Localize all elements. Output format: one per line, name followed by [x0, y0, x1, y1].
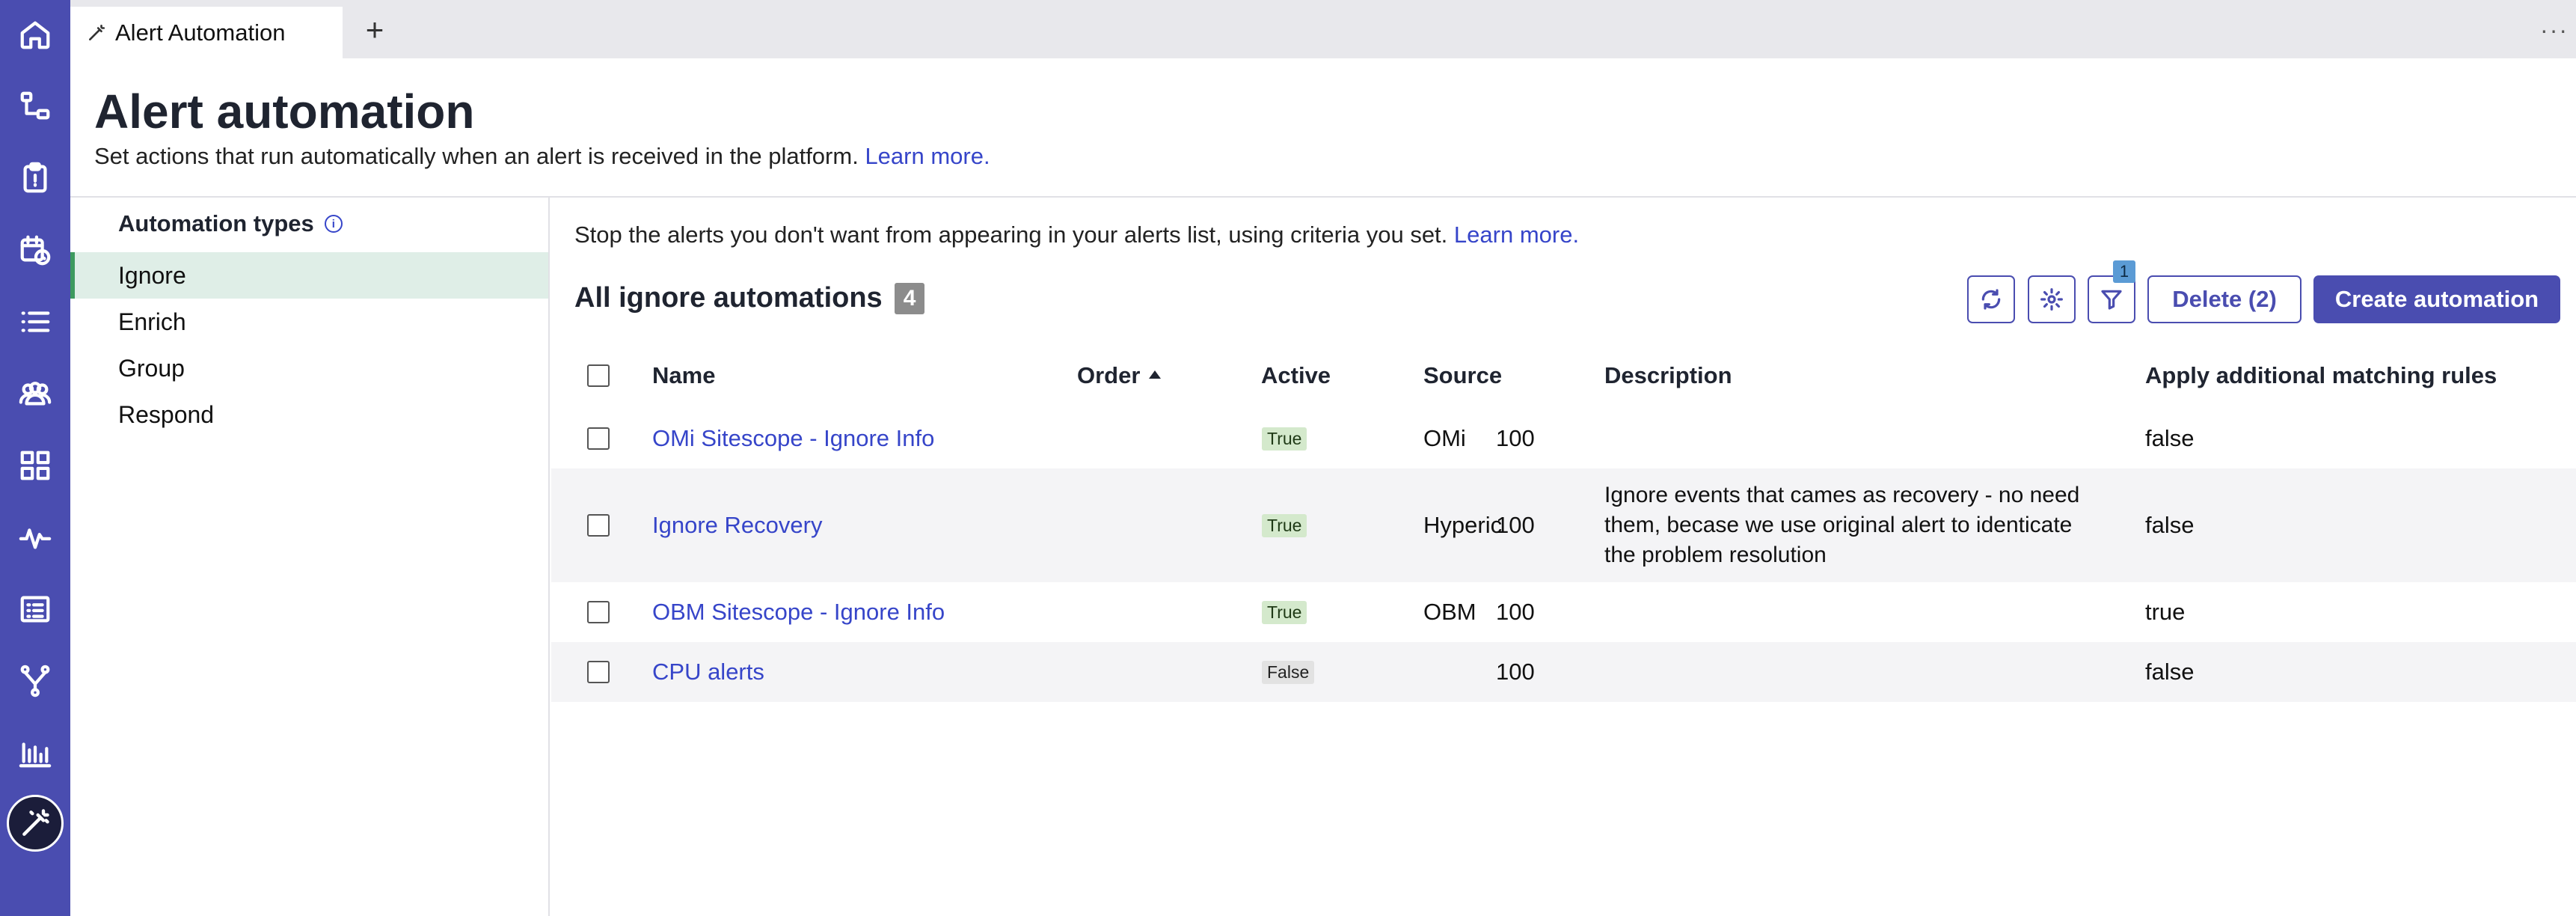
order-value: 100 [1496, 599, 1535, 625]
sidebar-item-ignore[interactable]: Ignore [70, 252, 548, 299]
settings-button[interactable] [2028, 275, 2076, 323]
apply-rules-value: false [2145, 512, 2195, 538]
count-badge: 4 [894, 282, 925, 314]
section-title-text: All ignore automations [574, 282, 883, 314]
row-checkbox[interactable] [587, 427, 610, 450]
select-all-checkbox[interactable] [587, 364, 610, 387]
description-value [1604, 409, 2083, 468]
column-header-name[interactable]: Name [652, 349, 715, 403]
add-tab-button[interactable]: + [358, 12, 391, 47]
description-value [1604, 582, 2083, 642]
bar-chart-icon[interactable] [17, 735, 53, 771]
clipboard-icon[interactable] [17, 160, 53, 196]
table-row: Ignore Recovery 100 True Hyperic Ignore … [551, 468, 2576, 582]
tab-alert-automation[interactable]: Alert Automation [70, 7, 343, 58]
sidebar-item-respond[interactable]: Respond [70, 391, 548, 438]
refresh-icon [1981, 289, 2001, 310]
column-header-source[interactable]: Source [1423, 349, 1502, 403]
automation-types-sidebar: Automation types i Ignore Enrich Group R… [70, 198, 550, 916]
row-checkbox[interactable] [587, 661, 610, 683]
status-badge: True [1262, 600, 1307, 624]
sidebar-item-group[interactable]: Group [70, 345, 548, 391]
table-row: CPU alerts 100 False false [551, 642, 2576, 702]
sidebar-item-enrich[interactable]: Enrich [70, 299, 548, 345]
calendar-clock-icon[interactable] [17, 232, 53, 268]
column-header-order-label: Order [1077, 362, 1141, 388]
description-value [1604, 642, 2083, 702]
filter-count-badge: 1 [2113, 260, 2135, 283]
automation-name-link[interactable]: OBM Sitescope - Ignore Info [652, 582, 945, 642]
automation-name-link[interactable]: CPU alerts [652, 642, 764, 702]
pulse-icon[interactable] [17, 519, 53, 555]
source-value: OBM [1423, 599, 1476, 625]
team-icon[interactable] [17, 376, 53, 412]
refresh-button[interactable] [1967, 275, 2015, 323]
column-header-description[interactable]: Description [1604, 349, 1732, 403]
source-value: Hyperic [1423, 512, 1503, 538]
gear-icon [2040, 288, 2063, 311]
apply-rules-value: false [2145, 425, 2195, 451]
table-row: OBM Sitescope - Ignore Info 100 True OBM… [551, 582, 2576, 642]
filter-icon [2101, 290, 2122, 310]
sort-ascending-icon [1149, 370, 1162, 379]
row-checkbox[interactable] [587, 601, 610, 623]
report-icon[interactable] [17, 591, 53, 627]
apply-rules-value: true [2145, 599, 2186, 625]
sidebar-heading-label: Automation types [118, 210, 314, 236]
tab-bar: Alert Automation + ··· [70, 0, 2576, 58]
status-badge: True [1262, 427, 1307, 451]
wand-icon[interactable] [7, 795, 64, 852]
section-description: Stop the alerts you don't want from appe… [574, 222, 1579, 248]
order-value: 100 [1496, 659, 1535, 685]
nav-rail [0, 0, 70, 916]
status-badge: True [1262, 513, 1307, 537]
home-icon[interactable] [17, 16, 53, 52]
automation-name-link[interactable]: OMi Sitescope - Ignore Info [652, 409, 934, 468]
tab-label: Alert Automation [115, 19, 286, 46]
row-checkbox[interactable] [587, 514, 610, 537]
section-description-text: Stop the alerts you don't want from appe… [574, 222, 1448, 248]
learn-more-link[interactable]: Learn more. [865, 143, 990, 169]
table-header-row: Name Order Active Source Description App… [551, 349, 2576, 403]
page-subtitle: Set actions that run automatically when … [94, 143, 990, 170]
apply-rules-value: false [2145, 659, 2195, 685]
active-cell: True [1262, 468, 1307, 582]
column-header-apply-rules[interactable]: Apply additional matching rules [2145, 349, 2497, 403]
page-subtitle-text: Set actions that run automatically when … [94, 143, 859, 169]
more-options-icon[interactable]: ··· [2540, 16, 2569, 44]
hierarchy-icon[interactable] [17, 88, 53, 124]
status-badge: False [1262, 660, 1315, 684]
page-title: Alert automation [94, 85, 475, 138]
description-value: Ignore events that cames as recovery - n… [1604, 483, 2080, 567]
info-icon[interactable]: i [324, 215, 343, 233]
column-header-order[interactable]: Order [1077, 349, 1162, 403]
section-title: All ignore automations 4 [574, 282, 925, 314]
order-value: 100 [1496, 425, 1535, 451]
delete-button[interactable]: Delete (2) [2147, 275, 2301, 323]
learn-more-link[interactable]: Learn more. [1454, 222, 1579, 248]
column-header-active[interactable]: Active [1261, 349, 1331, 403]
active-cell: False [1262, 642, 1315, 702]
table-row: OMi Sitescope - Ignore Info 100 True OMi… [551, 409, 2576, 468]
grid-icon[interactable] [17, 448, 53, 483]
source-value: OMi [1423, 425, 1466, 451]
automation-name-link[interactable]: Ignore Recovery [652, 468, 822, 582]
active-cell: True [1262, 409, 1307, 468]
sidebar-heading: Automation types i [118, 210, 343, 237]
list-icon[interactable] [17, 304, 53, 340]
wand-icon [87, 23, 106, 43]
branch-icon[interactable] [17, 663, 53, 699]
create-automation-button[interactable]: Create automation [2313, 275, 2560, 323]
active-cell: True [1262, 582, 1307, 642]
